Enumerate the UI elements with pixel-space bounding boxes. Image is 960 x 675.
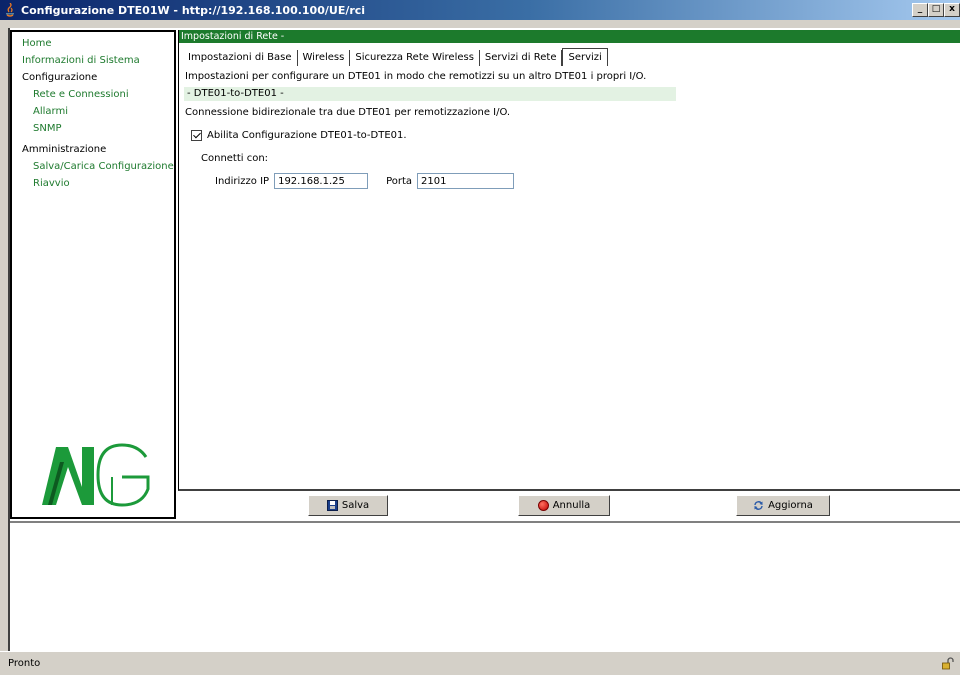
window-title: Configurazione DTE01W - http://192.168.1… — [21, 3, 366, 17]
port-input[interactable] — [417, 173, 515, 189]
sidebar-nav: Home Informazioni di Sistema Configurazi… — [12, 32, 174, 192]
save-button-label: Salva — [341, 500, 370, 511]
port-label: Porta — [386, 175, 413, 187]
cancel-button-label: Annulla — [552, 500, 591, 511]
tab-network-services[interactable]: Servizi di Rete — [480, 50, 563, 66]
refresh-icon — [753, 500, 764, 511]
sidebar-item-home[interactable]: Home — [12, 35, 174, 52]
save-button[interactable]: Salva — [308, 495, 388, 516]
stop-icon — [537, 500, 549, 511]
sidebar-item-network[interactable]: Rete e Connessioni — [12, 86, 174, 103]
ip-port-row: Indirizzo IP Porta — [179, 165, 960, 189]
button-bar: Salva Annulla Aggiorna — [178, 493, 960, 519]
tab-basic-settings[interactable]: Impostazioni di Base — [183, 50, 298, 66]
lower-pane — [10, 521, 960, 648]
unlocked-icon — [942, 657, 954, 670]
ip-label: Indirizzo IP — [215, 175, 270, 187]
window-controls: _ □ x — [912, 3, 960, 17]
sidebar: Home Informazioni di Sistema Configurazi… — [10, 30, 176, 519]
tab-services[interactable]: Servizi — [562, 48, 608, 66]
maximize-button[interactable]: □ — [928, 3, 944, 17]
content-panel: Impostazioni di Rete - Impostazioni di B… — [178, 30, 960, 491]
java-app-icon — [3, 2, 17, 17]
status-bar: Pronto — [0, 651, 960, 675]
sidebar-item-reboot[interactable]: Riavvio — [12, 175, 174, 192]
sidebar-item-save-load-config[interactable]: Salva/Carica Configurazione — [12, 158, 174, 175]
connect-label: Connetti con: — [201, 153, 269, 164]
refresh-button-label: Aggiorna — [768, 500, 813, 511]
subsection-description: Connessione bidirezionale tra due DTE01 … — [185, 107, 511, 118]
refresh-button[interactable]: Aggiorna — [736, 495, 830, 516]
status-text: Pronto — [8, 658, 41, 669]
close-button[interactable]: x — [944, 3, 960, 17]
floppy-disk-icon — [326, 500, 338, 511]
tab-wireless-security[interactable]: Sicurezza Rete Wireless — [350, 50, 480, 66]
enable-checkbox[interactable] — [191, 129, 202, 141]
mg-logo-icon — [42, 437, 152, 507]
page-description: Impostazioni per configurare un DTE01 in… — [185, 71, 647, 82]
sidebar-heading-administration: Amministrazione — [22, 144, 107, 155]
sidebar-item-alarms[interactable]: Allarmi — [12, 103, 174, 120]
subsection-title: - DTE01-to-DTE01 - — [184, 87, 676, 101]
tab-wireless[interactable]: Wireless — [298, 50, 351, 66]
sidebar-item-snmp[interactable]: SNMP — [12, 120, 174, 137]
tab-bar: Impostazioni di Base Wireless Sicurezza … — [179, 46, 960, 66]
cancel-button[interactable]: Annulla — [518, 495, 610, 516]
ip-address-input[interactable] — [274, 173, 369, 189]
section-header: Impostazioni di Rete - — [179, 30, 960, 43]
sidebar-item-system-info[interactable]: Informazioni di Sistema — [12, 52, 174, 69]
title-bar[interactable]: Configurazione DTE01W - http://192.168.1… — [0, 0, 960, 20]
enable-row: Abilita Configurazione DTE01-to-DTE01. — [179, 119, 960, 143]
sidebar-heading-configuration: Configurazione — [22, 72, 98, 83]
enable-label: Abilita Configurazione DTE01-to-DTE01. — [207, 129, 407, 141]
minimize-button[interactable]: _ — [912, 3, 928, 17]
